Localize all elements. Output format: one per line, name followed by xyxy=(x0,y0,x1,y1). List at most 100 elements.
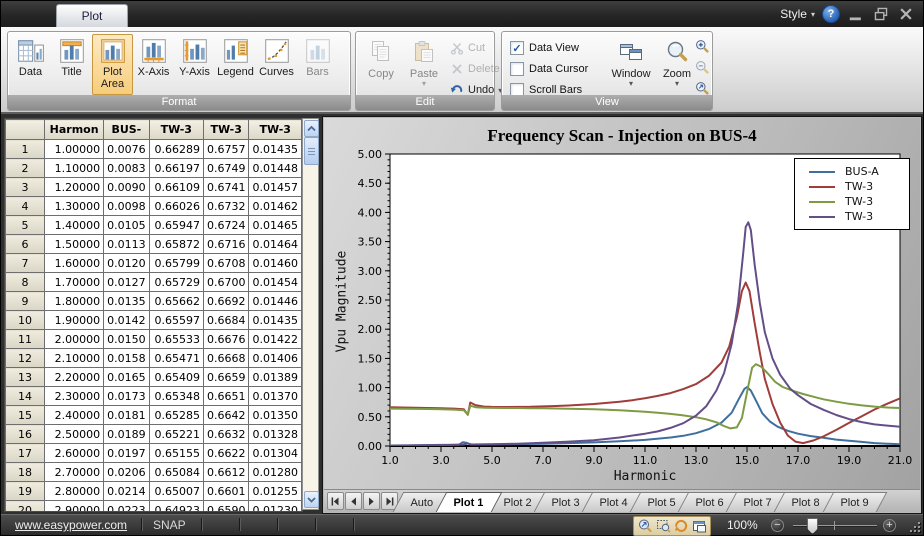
scrollbar-thumb[interactable] xyxy=(304,137,319,165)
table-cell[interactable]: 0.0214 xyxy=(104,482,150,501)
zoom-slider-track[interactable] xyxy=(793,525,877,526)
table-cell[interactable]: 0.6632 xyxy=(203,425,249,444)
plot-tab-plot-9[interactable]: Plot 9 xyxy=(822,492,887,512)
row-number[interactable]: 7 xyxy=(6,254,45,273)
table-cell[interactable]: 0.0150 xyxy=(104,330,150,349)
table-cell[interactable]: 0.0173 xyxy=(104,387,150,406)
plot-tab-plot-1[interactable]: Plot 1 xyxy=(435,492,502,512)
table-cell[interactable]: 0.0165 xyxy=(104,368,150,387)
table-cell[interactable]: 0.01462 xyxy=(249,197,302,216)
table-cell[interactable]: 0.6642 xyxy=(203,406,249,425)
table-cell[interactable]: 0.01435 xyxy=(249,140,302,159)
format-title-button[interactable]: Title xyxy=(51,34,92,95)
format-x-axis-button[interactable]: X-Axis xyxy=(133,34,174,95)
table-cell[interactable]: 2.40000 xyxy=(45,406,104,425)
table-cell[interactable]: 0.0098 xyxy=(104,197,150,216)
format-curves-button[interactable]: Curves xyxy=(256,34,297,95)
data-panel-icon[interactable] xyxy=(691,518,707,534)
column-header[interactable] xyxy=(6,120,45,140)
data-cursor-checkbox[interactable]: Data Cursor xyxy=(510,59,588,79)
table-cell[interactable]: 1.40000 xyxy=(45,216,104,235)
table-cell[interactable]: 0.64923 xyxy=(149,501,203,513)
row-number[interactable]: 11 xyxy=(6,330,45,349)
table-cell[interactable]: 2.60000 xyxy=(45,444,104,463)
table-cell[interactable]: 0.0206 xyxy=(104,463,150,482)
next-plot-button[interactable] xyxy=(363,492,380,510)
table-cell[interactable]: 2.80000 xyxy=(45,482,104,501)
table-cell[interactable]: 2.20000 xyxy=(45,368,104,387)
rotate-view-icon[interactable] xyxy=(673,518,689,534)
table-cell[interactable]: 0.0142 xyxy=(104,311,150,330)
row-number[interactable]: 8 xyxy=(6,273,45,292)
table-cell[interactable]: 2.70000 xyxy=(45,463,104,482)
column-header[interactable]: BUS- xyxy=(104,120,150,140)
row-number[interactable]: 13 xyxy=(6,368,45,387)
row-number[interactable]: 17 xyxy=(6,444,45,463)
zoom-slider-thumb[interactable] xyxy=(807,518,818,534)
format-plot-area-button[interactable]: Plot Area xyxy=(92,34,133,95)
row-number[interactable]: 14 xyxy=(6,387,45,406)
zoom-out-button-status[interactable]: − xyxy=(771,519,784,532)
column-header[interactable]: TW-3 xyxy=(203,120,249,140)
row-number[interactable]: 9 xyxy=(6,292,45,311)
table-cell[interactable]: 0.6668 xyxy=(203,349,249,368)
table-cell[interactable]: 0.66197 xyxy=(149,159,203,178)
table-cell[interactable]: 0.6716 xyxy=(203,235,249,254)
table-cell[interactable]: 2.30000 xyxy=(45,387,104,406)
table-scrollbar[interactable] xyxy=(302,118,319,510)
format-legend-button[interactable]: Legend xyxy=(215,34,256,95)
format-data-button[interactable]: Data xyxy=(10,34,51,95)
table-cell[interactable]: 0.01454 xyxy=(249,273,302,292)
table-cell[interactable]: 0.6676 xyxy=(203,330,249,349)
table-cell[interactable]: 0.0127 xyxy=(104,273,150,292)
table-cell[interactable]: 1.70000 xyxy=(45,273,104,292)
table-cell[interactable]: 0.65409 xyxy=(149,368,203,387)
table-cell[interactable]: 0.6590 xyxy=(203,501,249,513)
table-cell[interactable]: 1.60000 xyxy=(45,254,104,273)
row-number[interactable]: 15 xyxy=(6,406,45,425)
table-cell[interactable]: 0.01255 xyxy=(249,482,302,501)
table-cell[interactable]: 0.0120 xyxy=(104,254,150,273)
table-cell[interactable]: 0.01435 xyxy=(249,311,302,330)
table-cell[interactable]: 1.50000 xyxy=(45,235,104,254)
table-cell[interactable]: 0.0090 xyxy=(104,178,150,197)
table-cell[interactable]: 0.01328 xyxy=(249,425,302,444)
table-cell[interactable]: 0.65533 xyxy=(149,330,203,349)
table-cell[interactable]: 0.0113 xyxy=(104,235,150,254)
table-cell[interactable]: 0.65597 xyxy=(149,311,203,330)
table-cell[interactable]: 0.6622 xyxy=(203,444,249,463)
first-plot-button[interactable] xyxy=(327,492,344,510)
table-cell[interactable]: 0.6732 xyxy=(203,197,249,216)
table-cell[interactable]: 0.6724 xyxy=(203,216,249,235)
data-view-checkbox[interactable]: ✓ Data View xyxy=(510,38,579,58)
snap-indicator[interactable]: SNAP xyxy=(153,518,186,532)
table-cell[interactable]: 0.0158 xyxy=(104,349,150,368)
close-button[interactable] xyxy=(897,7,915,22)
table-cell[interactable]: 0.6651 xyxy=(203,387,249,406)
table-cell[interactable]: 0.6659 xyxy=(203,368,249,387)
row-number[interactable]: 20 xyxy=(6,501,45,513)
table-cell[interactable]: 0.01230 xyxy=(249,501,302,513)
row-number[interactable]: 2 xyxy=(6,159,45,178)
table-cell[interactable]: 0.0197 xyxy=(104,444,150,463)
row-number[interactable]: 6 xyxy=(6,235,45,254)
table-cell[interactable]: 0.6757 xyxy=(203,140,249,159)
table-cell[interactable]: 0.6692 xyxy=(203,292,249,311)
table-cell[interactable]: 2.90000 xyxy=(45,501,104,513)
table-cell[interactable]: 0.6684 xyxy=(203,311,249,330)
scroll-up-button[interactable] xyxy=(304,120,319,137)
table-cell[interactable]: 0.6708 xyxy=(203,254,249,273)
table-cell[interactable]: 0.01465 xyxy=(249,216,302,235)
table-cell[interactable]: 0.65348 xyxy=(149,387,203,406)
table-cell[interactable]: 0.66109 xyxy=(149,178,203,197)
help-icon[interactable]: ? xyxy=(822,5,840,23)
row-number[interactable]: 16 xyxy=(6,425,45,444)
table-cell[interactable]: 0.65729 xyxy=(149,273,203,292)
table-cell[interactable]: 0.0083 xyxy=(104,159,150,178)
window-button[interactable]: Window ▾ xyxy=(606,35,656,96)
style-menu-button[interactable]: Style ▾ xyxy=(780,7,815,21)
row-number[interactable]: 1 xyxy=(6,140,45,159)
table-cell[interactable]: 1.80000 xyxy=(45,292,104,311)
row-number[interactable]: 12 xyxy=(6,349,45,368)
minimize-button[interactable] xyxy=(847,7,865,22)
